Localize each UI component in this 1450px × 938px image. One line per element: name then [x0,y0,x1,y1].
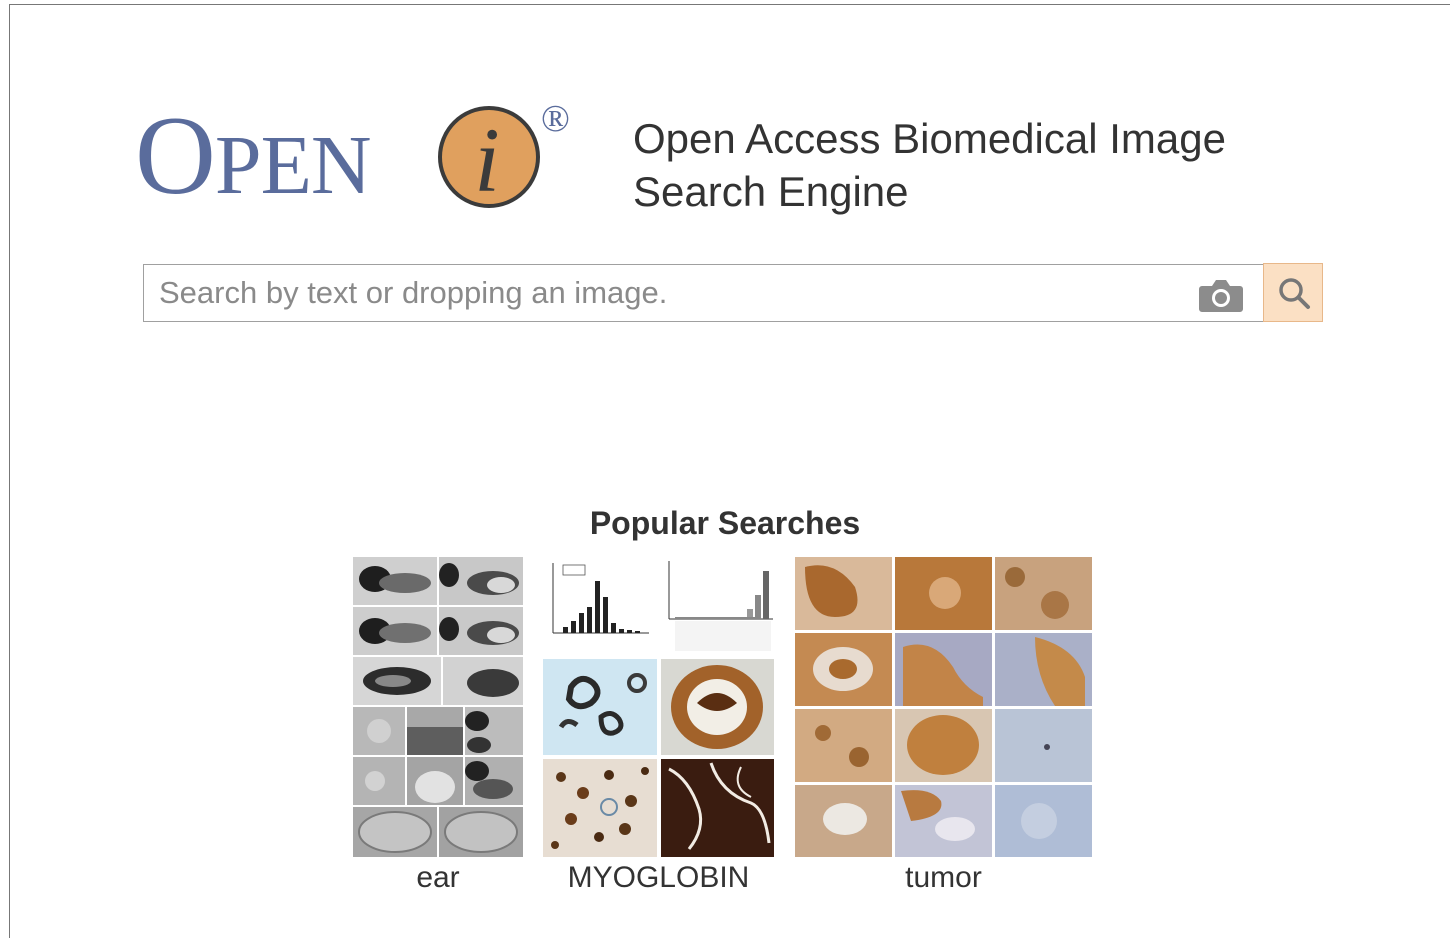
logo-wordmark-rest: PEN [214,119,372,212]
openi-logo[interactable]: OPEN i ® [135,96,595,226]
site-tagline: Open Access Biomedical Image Search Engi… [633,112,1226,218]
popular-search-myoglobin-label[interactable]: MYOGLOBIN [541,861,776,895]
registered-mark: ® [541,98,570,140]
camera-icon[interactable] [1198,277,1244,313]
popular-search-ear-label[interactable]: ear [353,861,523,895]
tagline-line-1: Open Access Biomedical Image [633,115,1226,162]
tumor-thumbnail-image [795,557,1092,857]
ear-thumbnail-image [353,557,523,857]
logo-wordmark: OPEN [135,100,372,218]
tagline-line-2: Search Engine [633,168,909,215]
popular-search-tumor-thumbnail[interactable] [795,557,1092,857]
logo-wordmark-first: O [135,94,216,218]
search-bar [143,264,1264,322]
popular-search-myoglobin-thumbnail[interactable] [541,557,776,857]
myoglobin-thumbnail-image [541,557,776,857]
popular-searches-title: Popular Searches [589,505,861,541]
search-input[interactable] [144,265,1184,321]
logo-i-letter: i [474,109,500,209]
logo-i-circle-icon: i [438,106,540,209]
popular-search-ear-thumbnail[interactable] [353,557,523,857]
popular-search-tumor-label[interactable]: tumor [795,861,1092,895]
search-button[interactable] [1263,263,1323,322]
search-icon [1279,278,1310,309]
